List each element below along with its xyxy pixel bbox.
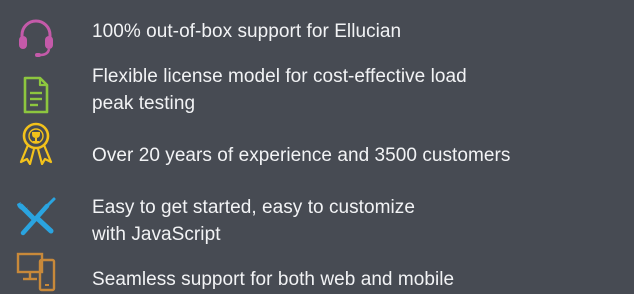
document-icon [14, 72, 58, 116]
award-ribbon-icon [14, 121, 58, 165]
feature-line: 100% out-of-box support for Ellucian [92, 21, 402, 42]
feature-text: Seamless support for both web and mobile [92, 266, 626, 293]
feature-text: Over 20 years of experience and 3500 cus… [92, 142, 626, 169]
feature-line: Over 20 years of experience and 3500 cus… [92, 145, 511, 166]
devices-icon [14, 250, 58, 294]
feature-line: Seamless support for both web and mobile [92, 269, 455, 290]
feature-text: Flexible license model for cost-effectiv… [92, 63, 626, 117]
feature-line: Flexible license model for cost-effectiv… [92, 66, 467, 87]
feature-text: Easy to get started, easy to customize w… [92, 194, 626, 248]
feature-line: Easy to get started, easy to customize [92, 197, 415, 218]
wrench-screwdriver-icon [14, 194, 58, 238]
feature-text: 100% out-of-box support for Ellucian [92, 18, 626, 45]
feature-line: peak testing [92, 93, 196, 114]
feature-line: with JavaScript [92, 224, 221, 245]
headset-icon [14, 14, 58, 58]
